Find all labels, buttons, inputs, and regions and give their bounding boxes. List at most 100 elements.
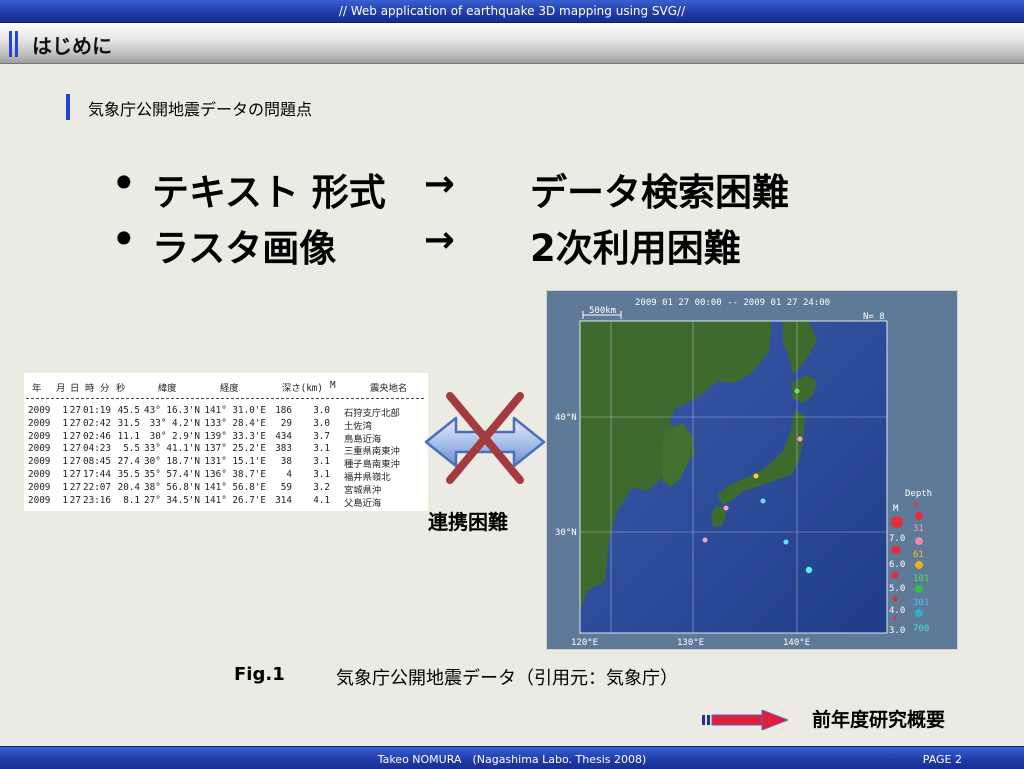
table-cell: 02:46 [83,430,111,442]
table-cell: 11.1 [117,430,140,442]
legend-mag-ball [893,616,897,620]
table-cell: 27 [69,494,81,506]
legend-depth-ball [915,512,923,520]
previous-research-link[interactable]: 前年度研究概要 [812,705,945,732]
table-header-cell: 分 [100,383,110,394]
top-banner: // Web application of earthquake 3D mapp… [0,0,1024,23]
table-cell: 4.1 [313,494,330,506]
legend-mag-ball [891,545,901,555]
page-number: PAGE 2 [922,753,962,766]
table-cell: 2009 [28,481,51,493]
table-cell: 43° 16.3'N [144,405,200,416]
table-cell: 04:23 [83,443,111,455]
table-cell: 17:44 [83,469,111,480]
table-cell: 27 [69,456,81,468]
table-row: 2009 1 27 23:16 8.1 27° 34.5'N 141° 26.7'E 314 4… [24,494,428,509]
legend-mag-value: 5.0 [889,584,905,594]
right-arrow-icon[interactable] [702,710,788,730]
table-cell: 27 [69,417,81,429]
table-header-cell: 月 [56,383,66,394]
lon-label: 140°E [783,638,810,648]
table-header-cell: 年 [32,383,42,394]
table-cell: 27 [69,469,81,480]
table-header-cell: 日 [70,383,80,394]
table-separator [26,398,424,399]
table-cell: 02:42 [83,417,111,429]
table-cell: 08:45 [83,456,111,468]
epicenter-marker [723,505,729,511]
map-period: 2009 01 27 00:00 -- 2009 01 27 24:00 [635,298,830,308]
table-cell: 137° 25.2'E [204,443,266,455]
table-cell: 3.1 [313,443,330,455]
table-cell: 133° 28.4'E [204,417,266,429]
table-cell: 01:19 [83,405,111,416]
earthquake-map: 2009 01 27 00:00 -- 2009 01 27 24:00 N= … [555,298,932,648]
earthquake-map-image: 2009 01 27 00:00 -- 2009 01 27 24:00 N= … [546,290,958,650]
table-cell: 1 [62,405,68,416]
table-cell: 31.5 [117,417,140,429]
table-cell: 2009 [28,494,51,506]
table-cell: 314 [275,494,292,506]
bullet-dot: • [112,162,136,205]
table-cell: 1 [62,481,68,493]
table-cell: 4 [286,469,292,480]
legend-mag-ball [891,571,899,579]
epicenter-marker [760,498,766,504]
table-cell: 27 [69,430,81,442]
table-cell: 1 [62,417,68,429]
lon-label: 130°E [677,638,704,648]
legend-depth-value: 301 [913,598,929,608]
slide-title: はじめに [32,34,112,58]
table-header-cell: 震央地名 [370,383,408,394]
legend-depth-ball [915,585,923,593]
table-cell: 1 [62,456,68,468]
table-cell: 35.5 [117,469,140,480]
footer-credit: Takeo NOMURA (Nagashima Labo. Thesis 200… [377,753,647,766]
table-cell: 2009 [28,443,51,455]
table-cell: 8.1 [123,494,140,506]
table-header-cell: 時 [85,383,95,394]
table-cell: 3.1 [313,469,330,480]
table-cell: 5.5 [123,443,140,455]
table-cell: 2009 [28,430,51,442]
table-cell: 139° 33.3'E [204,430,266,442]
table-cell: 1 [62,469,68,480]
table-cell: 3.1 [313,456,330,468]
table-cell: 2009 [28,417,51,429]
legend-depth-ball [915,537,923,545]
table-cell: 2009 [28,405,51,416]
title-accent-bars [9,31,21,57]
link-difficulty-label: 連携困難 [428,510,508,534]
table-header-cell: 緯度 [158,383,177,394]
table-header-cell: 深さ(km) [282,383,323,394]
table-cell: 3.0 [313,417,330,429]
footer-bar: Takeo NOMURA (Nagashima Labo. Thesis 200… [0,746,1024,769]
table-cell: 1 [62,443,68,455]
table-cell: 136° 38.7'E [204,469,266,480]
table-cell: 30° 18.7'N [144,456,200,468]
bullet-problem-text: データ検索困難 [530,171,789,214]
epicenter-marker [794,388,800,394]
table-row: 2009 1 27 17:44 35.5 35° 57.4'N 136° 38.7'E 4 3.… [24,469,428,483]
map-legend: Depth M 7.0 6.0 5.0 4.0 3.0 0 31 61 101 … [889,489,932,636]
legend-depth-ball [915,561,923,569]
table-cell: 3.2 [313,481,330,493]
table-cell: 1 [62,430,68,442]
legend-mag-ball [891,516,903,528]
table-cell: 27 [69,443,81,455]
table-cell: 141° 56.8'E [204,481,266,493]
epicenter-marker [702,537,708,543]
table-cell: 27° 34.5'N [144,494,200,506]
table-cell: 29 [280,417,292,429]
lon-label: 120°E [571,638,598,648]
bullet-problem-text: 2次利用困難 [530,227,741,270]
legend-depth-value: 700 [913,624,929,634]
bullet-item-text: ラスタ画像 [152,227,337,270]
legend-mag-value: 4.0 [889,606,905,616]
table-cell: 33° 4.2'N [149,417,200,429]
legend-depth-value: 61 [913,550,924,560]
legend-mag-ball [892,596,898,602]
table-cell: 23:16 [83,494,111,506]
table-cell: 27.4 [117,456,140,468]
subheading-marker [66,94,70,120]
